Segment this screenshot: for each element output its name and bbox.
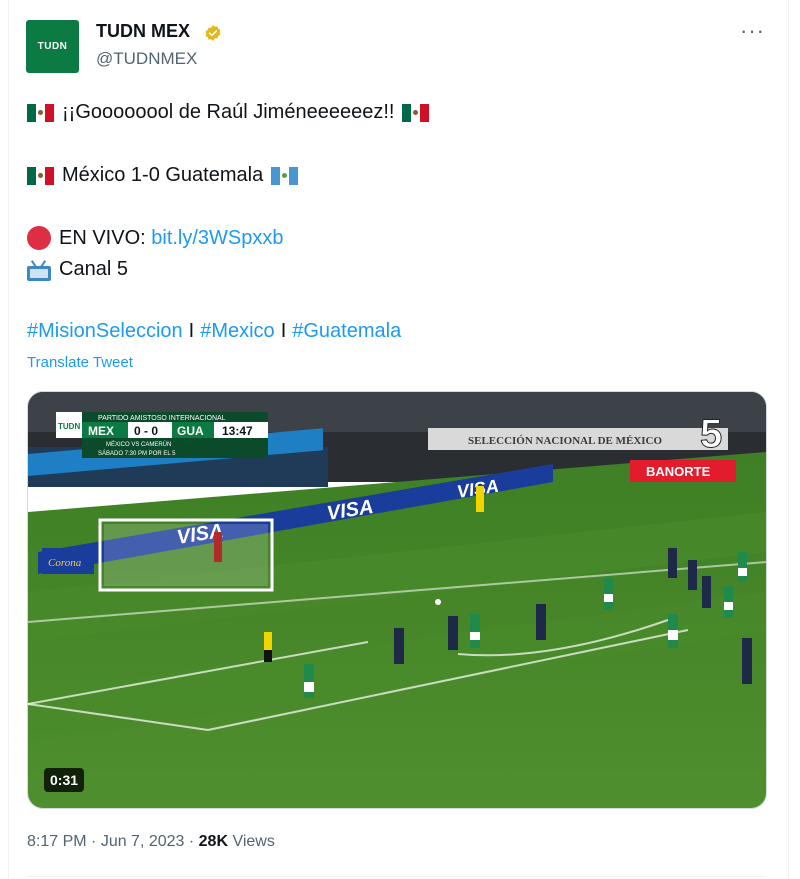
video-frame: VISA VISA VISA Corona SELECCIÓN NACIONAL… [28, 392, 766, 808]
avatar[interactable]: TUDN [26, 20, 79, 73]
tweet-line-goal: ¡¡Goooooool de Raúl Jiméneeeeeez!! [27, 101, 430, 124]
tweet-meta: 8:17 PM · Jun 7, 2023 · 28K Views [27, 833, 275, 851]
mexico-flag-icon [27, 103, 54, 122]
banorte-text: BANORTE [646, 464, 711, 479]
scoreboard-score: 0 - 0 [134, 424, 158, 438]
video-player[interactable]: VISA VISA VISA Corona SELECCIÓN NACIONAL… [27, 391, 767, 809]
display-name[interactable]: TUDN MEX [96, 21, 190, 42]
score-text: México 1-0 Guatemala [62, 164, 264, 186]
tweet-line-score: México 1-0 Guatemala [27, 164, 299, 187]
scoreboard-promo-2: SÁBADO 7:30 PM POR EL 5 [98, 450, 176, 457]
column-border-right [788, 0, 789, 879]
live-label: EN VIVO: [59, 226, 152, 249]
meta-separator: · [86, 833, 101, 850]
translate-tweet-link[interactable]: Translate Tweet [27, 354, 133, 371]
channel-5-logo: 5 [700, 412, 722, 456]
banner-text: SELECCIÓN NACIONAL DE MÉXICO [468, 435, 663, 447]
scoreboard-home: MEX [88, 424, 114, 438]
scoreboard-logo: TUDN [58, 422, 80, 431]
divider [27, 876, 765, 877]
scoreboard-away: GUA [177, 424, 204, 438]
live-link[interactable]: bit.ly/3WSpxxb [151, 227, 283, 250]
more-dots-icon[interactable]: ··· [740, 18, 765, 44]
scoreboard-promo-1: MÉXICO VS CAMERÚN [106, 441, 171, 448]
avatar-text: TUDN [37, 41, 68, 52]
tweet-date[interactable]: Jun 7, 2023 [101, 833, 185, 850]
views-label: Views [228, 833, 275, 850]
scoreboard-caption: PARTIDO AMISTOSO INTERNACIONAL [98, 415, 226, 422]
meta-separator: · [184, 833, 199, 850]
corona-text: Corona [48, 557, 82, 569]
guatemala-flag-icon [271, 166, 299, 185]
hashtag-line: #MisionSeleccion I #Mexico I #Guatemala [27, 320, 401, 343]
hashtag-link[interactable]: #Mexico [200, 320, 274, 343]
ball [435, 599, 441, 605]
hashtag-separator: I [280, 320, 287, 342]
video-duration: 0:31 [44, 768, 85, 792]
hashtag-separator: I [188, 320, 195, 342]
hashtag-link[interactable]: #Guatemala [292, 320, 401, 343]
channel-text: Canal 5 [59, 258, 128, 280]
tweet-card: TUDN TUDN MEX @TUDNMEX ··· ¡¡Goooooool d… [0, 0, 800, 879]
views-count: 28K [198, 833, 229, 850]
hashtag-link[interactable]: #MisionSeleccion [27, 320, 183, 343]
scoreboard-clock: 13:47 [222, 424, 253, 438]
mexico-flag-icon [402, 103, 430, 122]
column-border-left [8, 0, 9, 879]
television-icon [27, 259, 51, 281]
tweet-line-channel: Canal 5 [27, 258, 128, 281]
mexico-flag-icon [27, 166, 54, 185]
scoreboard: TUDN PARTIDO AMISTOSO INTERNACIONAL MEX … [56, 412, 268, 458]
tweet-line-live: EN VIVO: bit.ly/3WSpxxb [27, 226, 284, 250]
tweet-time[interactable]: 8:17 PM [27, 833, 87, 850]
goal-text: ¡¡Goooooool de Raúl Jiméneeeeeez!! [62, 101, 395, 123]
gold-verified-badge-icon [205, 25, 221, 41]
account-handle[interactable]: @TUDNMEX [96, 49, 197, 69]
red-circle-icon [27, 226, 51, 250]
